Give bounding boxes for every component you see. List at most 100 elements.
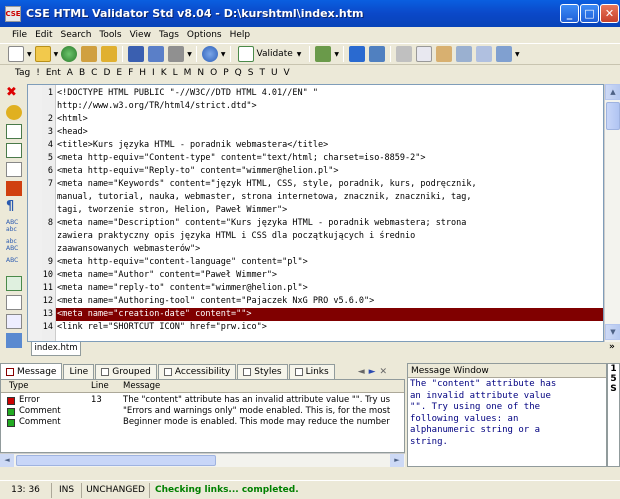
tab-grouped[interactable]: Grouped: [95, 364, 157, 379]
tag-button[interactable]: F: [125, 68, 136, 78]
tag-button[interactable]: Ent: [43, 68, 64, 78]
messages-list[interactable]: Type Line Message Error 13 The "content" a…: [0, 379, 405, 453]
code-line[interactable]: manual, tutorial, nauka, webmaster, stro…: [57, 191, 472, 204]
message-row[interactable]: Comment Beginner mode is enabled. This mo…: [1, 417, 404, 428]
menu-file[interactable]: File: [8, 30, 31, 40]
paragraph-icon[interactable]: ¶: [6, 200, 22, 215]
side-letter[interactable]: 5: [608, 374, 619, 384]
eye-icon[interactable]: [6, 105, 22, 120]
code-line[interactable]: tagi, tworzenie stron, Helion, Paweł Wim…: [57, 204, 287, 217]
menu-edit[interactable]: Edit: [31, 30, 56, 40]
menu-options[interactable]: Options: [183, 30, 226, 40]
close-button[interactable]: ✕: [600, 4, 619, 23]
column-header-line[interactable]: Line: [91, 381, 109, 391]
tag-button[interactable]: I: [149, 68, 158, 78]
check-doc-icon[interactable]: [6, 276, 22, 291]
paste-icon[interactable]: [436, 46, 453, 62]
side-letter[interactable]: 1: [608, 364, 619, 374]
code-line[interactable]: <meta http-equiv="Content-type" content=…: [57, 152, 425, 165]
open-folder-icon[interactable]: [34, 46, 51, 62]
page-icon[interactable]: [6, 314, 22, 329]
menu-tags[interactable]: Tags: [155, 30, 183, 40]
dropdown-arrow-icon[interactable]: ▼: [221, 51, 226, 58]
close-tabs-icon[interactable]: »: [609, 342, 615, 352]
tag-button[interactable]: N: [194, 68, 207, 78]
tab-scroll-right-icon[interactable]: ►: [369, 367, 376, 377]
open-web-icon[interactable]: [61, 46, 78, 62]
minimize-button[interactable]: _: [560, 4, 579, 23]
code-line[interactable]: <meta name="creation-date" content="">: [57, 308, 251, 321]
code-line[interactable]: <meta name="Keywords" content="język HTM…: [57, 178, 477, 191]
replace-icon[interactable]: [476, 46, 493, 62]
tag-button[interactable]: C: [88, 68, 100, 78]
dropdown-arrow-icon[interactable]: ▼: [27, 51, 32, 58]
code-line[interactable]: <meta http-equiv="content-language" cont…: [57, 256, 308, 269]
format-icon[interactable]: [6, 181, 22, 196]
find-icon[interactable]: [456, 46, 473, 62]
code-line[interactable]: <meta name="Authoring-tool" content="Paj…: [57, 295, 374, 308]
browse-icon[interactable]: [101, 46, 118, 62]
code-line[interactable]: zawiera praktyczny opis języka HTML i CS…: [57, 230, 415, 243]
menu-view[interactable]: View: [126, 30, 155, 40]
scroll-right-icon[interactable]: ►: [390, 454, 404, 467]
spell-check-icon[interactable]: [496, 46, 513, 62]
code-line[interactable]: <meta name="Author" content="Paweł Wimme…: [57, 269, 277, 282]
help-icon[interactable]: [201, 46, 218, 62]
print-icon[interactable]: [168, 46, 185, 62]
list-icon[interactable]: [6, 124, 22, 139]
tab-line[interactable]: Line: [63, 364, 95, 379]
validate-button[interactable]: Validate ▼: [234, 45, 307, 63]
code-line[interactable]: <meta name="reply-to" content="wimmer@he…: [57, 282, 308, 295]
document-icon[interactable]: [6, 295, 22, 310]
messages-horizontal-scrollbar[interactable]: ◄ ►: [0, 453, 405, 467]
code-line[interactable]: http://www.w3.org/TR/html4/strict.dtd">: [57, 100, 257, 113]
tag-button[interactable]: Tag: [12, 68, 33, 78]
save-icon[interactable]: [128, 46, 145, 62]
tag-button[interactable]: L: [170, 68, 181, 78]
code-line[interactable]: <head>: [57, 126, 88, 139]
tag-button[interactable]: P: [220, 68, 231, 78]
new-file-icon[interactable]: [8, 46, 24, 62]
tools-icon[interactable]: [315, 46, 332, 62]
tag-button[interactable]: !: [33, 68, 43, 78]
window-icon[interactable]: [369, 46, 386, 62]
code-line[interactable]: <html>: [57, 113, 88, 126]
tag-button[interactable]: K: [158, 68, 170, 78]
tag-button[interactable]: V: [281, 68, 293, 78]
abc-case-lower-icon[interactable]: abc ABC: [6, 238, 22, 253]
tag-button[interactable]: D: [100, 68, 113, 78]
copy-icon[interactable]: [416, 46, 433, 62]
browser-preview-icon[interactable]: [349, 46, 366, 62]
message-row[interactable]: Comment "Errors and warnings only" mode e…: [1, 406, 404, 417]
scroll-thumb[interactable]: [606, 102, 620, 130]
code-line[interactable]: <title>Kurs języka HTML - poradnik webma…: [57, 139, 328, 152]
open-project-icon[interactable]: [81, 46, 98, 62]
dropdown-arrow-icon[interactable]: ▼: [187, 51, 192, 58]
window-side-icon[interactable]: [6, 333, 22, 348]
tag-button[interactable]: M: [181, 68, 195, 78]
scroll-up-icon[interactable]: ▲: [605, 84, 620, 100]
message-row[interactable]: Error 13 The "content" attribute has an in…: [1, 395, 404, 406]
tab-scroll-left-icon[interactable]: ◄: [358, 367, 365, 377]
code-editor[interactable]: 1 <!DOCTYPE HTML PUBLIC "-//W3C//DTD HTML…: [27, 84, 604, 342]
editor-vertical-scrollbar[interactable]: ▲ ▼: [604, 84, 620, 342]
tag-button[interactable]: H: [136, 68, 149, 78]
column-header-message[interactable]: Message: [123, 381, 160, 391]
indent-icon[interactable]: [6, 143, 22, 158]
abc-case-icon[interactable]: ABC abc: [6, 219, 22, 234]
side-letter[interactable]: S: [608, 384, 619, 394]
dropdown-arrow-icon[interactable]: ▼: [334, 51, 339, 58]
spell-check-side-icon[interactable]: ABC: [6, 257, 22, 272]
code-line[interactable]: <meta http-equiv="Reply-to" content="wim…: [57, 165, 338, 178]
menu-tools[interactable]: Tools: [95, 30, 125, 40]
code-line[interactable]: <!DOCTYPE HTML PUBLIC "-//W3C//DTD HTML …: [57, 87, 318, 100]
tag-button[interactable]: B: [76, 68, 88, 78]
scroll-down-icon[interactable]: ▼: [605, 324, 620, 340]
dropdown-arrow-icon[interactable]: ▼: [515, 51, 520, 58]
tab-message[interactable]: Message: [0, 363, 63, 379]
column-header-type[interactable]: Type: [9, 381, 29, 391]
tag-button[interactable]: Q: [232, 68, 245, 78]
maximize-button[interactable]: □: [580, 4, 599, 23]
menu-search[interactable]: Search: [57, 30, 96, 40]
tag-button[interactable]: T: [256, 68, 268, 78]
